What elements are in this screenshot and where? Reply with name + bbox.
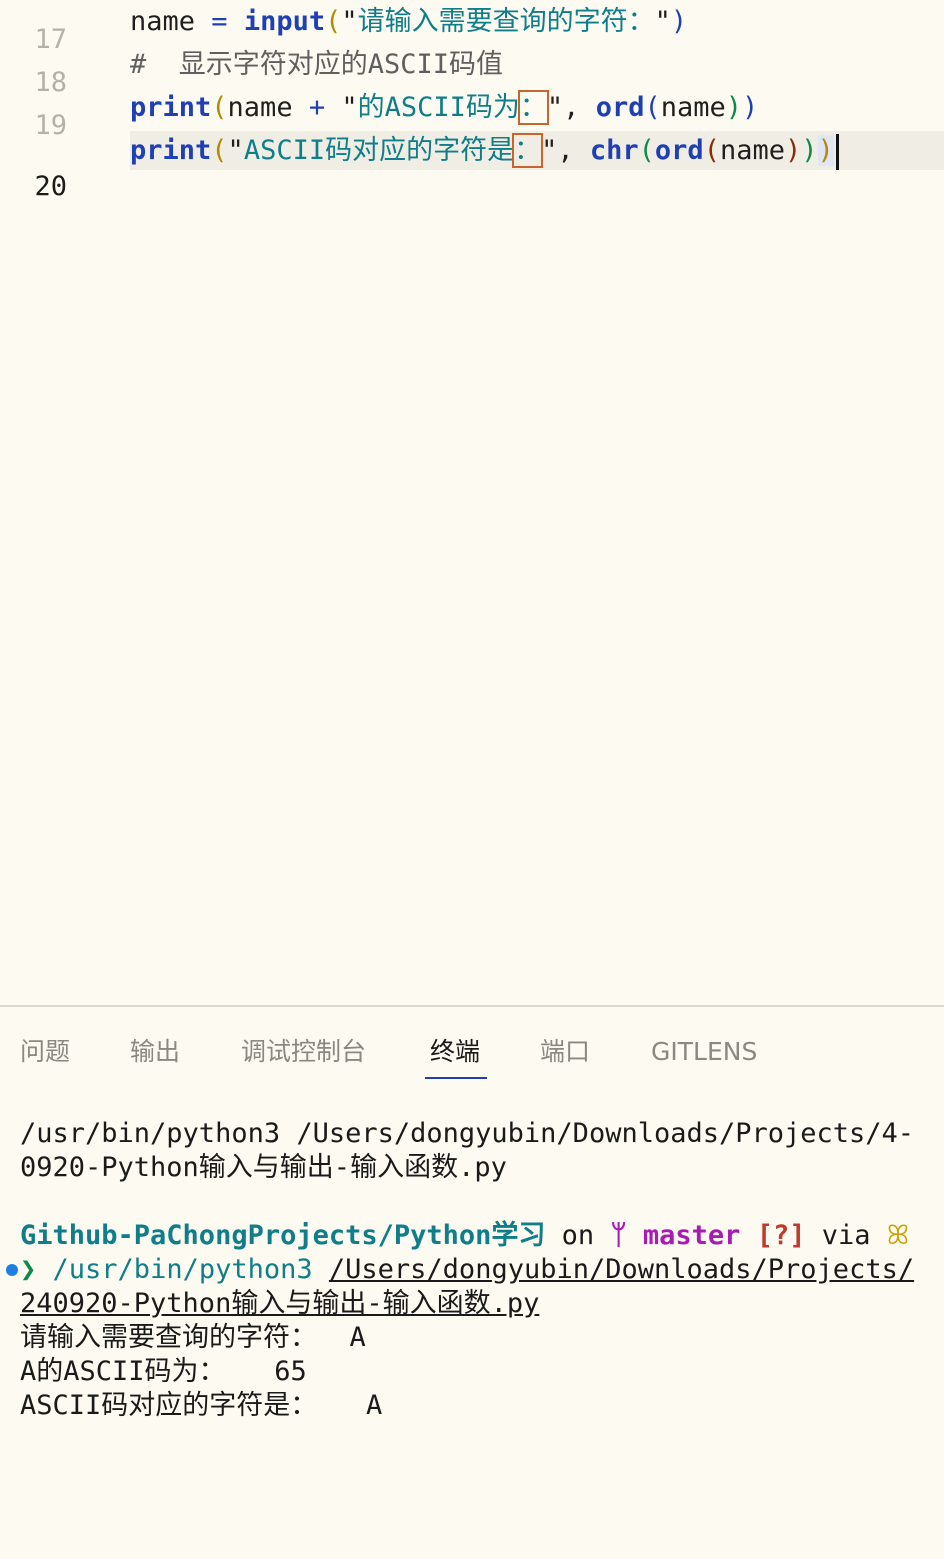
builtin-function: ord [595, 92, 645, 123]
quote: " [227, 135, 244, 166]
highlighted-colon: ： [517, 90, 549, 125]
string-literal: 的ASCII码为 [357, 92, 520, 123]
command-line: ❯ /usr/bin/python3 /Users/dongyubin/Down… [6, 1253, 914, 1287]
builtin-function: ord [654, 135, 704, 166]
git-branch-icon: ᛘ [610, 1220, 627, 1251]
identifier: name [227, 92, 293, 123]
active-tab-indicator [425, 1077, 487, 1079]
identifier: name [660, 92, 726, 123]
terminal-line: /usr/bin/python3 /Users/dongyubin/Downlo… [20, 1118, 915, 1149]
builtin-function: input [243, 6, 326, 37]
terminal-output-line: 请输入需要查询的字符： A [20, 1322, 366, 1353]
paren: ) [670, 6, 688, 37]
terminal-line: 0920-Python输入与输出-输入函数.py [20, 1152, 507, 1183]
builtin-function: print [130, 135, 212, 166]
paren: ) [817, 135, 834, 166]
quote: " [546, 92, 564, 123]
identifier: name [130, 6, 196, 37]
code-text: print("ASCII码对应的字符是：", chr(ord(name))) [130, 129, 839, 172]
script-path-link[interactable]: /Users/dongyubin/Downloads/Projects/ [329, 1254, 914, 1285]
prompt-text: via [805, 1220, 887, 1251]
code-editor[interactable]: 17 name = input("请输入需要查询的字符：") 18 # 显示字符… [0, 0, 944, 1005]
command-status-dot[interactable] [6, 1264, 18, 1276]
terminal-output-line: ASCII码对应的字符是： A [20, 1390, 383, 1421]
paren: ( [703, 135, 720, 166]
paren: ( [644, 92, 661, 123]
python-path: /usr/bin/python3 [52, 1254, 313, 1285]
repo-path: Github-PaChongProjects/Python学习 [20, 1220, 546, 1251]
prompt-symbol: ❯ [20, 1254, 37, 1285]
comma: , [557, 135, 590, 166]
tab-ports[interactable]: 端口 [540, 1035, 590, 1069]
tab-output[interactable]: 输出 [130, 1035, 180, 1069]
quote: " [541, 135, 558, 166]
string-literal: ASCII码对应的字符是 [243, 135, 515, 166]
terminal-output[interactable]: /usr/bin/python3 /Users/dongyubin/Downlo… [6, 1117, 944, 1559]
builtin-function: chr [589, 135, 639, 166]
paren: ( [638, 135, 655, 166]
tab-terminal[interactable]: 终端 [430, 1035, 480, 1069]
quote: " [341, 6, 358, 37]
paren: ( [211, 135, 228, 166]
string-literal: 请输入需要查询的字符： [357, 6, 655, 37]
script-path-link[interactable]: 240920-Python输入与输出-输入函数.py [20, 1287, 539, 1321]
paren: ( [325, 6, 342, 37]
git-branch: master [642, 1220, 741, 1251]
line-number: 20 [34, 171, 67, 202]
quote: " [341, 92, 358, 123]
git-status: [?] [756, 1220, 806, 1251]
tab-gitlens[interactable]: GITLENS [651, 1035, 757, 1069]
code-line-17[interactable]: 17 name = input("请输入需要查询的字符：") [0, 0, 944, 55]
comment: # 显示字符对应的ASCII码值 [130, 49, 504, 80]
bottom-panel: 问题 输出 调试控制台 终端 端口 GITLENS /usr/bin/pytho… [0, 1005, 944, 1456]
identifier: name [719, 135, 785, 166]
tab-debug-console[interactable]: 调试控制台 [241, 1035, 366, 1069]
operator: + [292, 92, 342, 123]
paren: ) [725, 92, 743, 123]
python-icon: ꕤ [886, 1220, 910, 1251]
paren: ) [801, 135, 818, 166]
paren: ) [785, 135, 802, 166]
panel-tabs: 问题 输出 调试控制台 终端 端口 GITLENS [0, 1025, 944, 1095]
tab-problems[interactable]: 问题 [20, 1035, 70, 1069]
quote: " [654, 6, 671, 37]
prompt-text: on [545, 1220, 611, 1251]
code-line-18[interactable]: 18 # 显示字符对应的ASCII码值 [0, 43, 944, 98]
text-cursor [835, 133, 839, 170]
operator: = [195, 6, 244, 37]
code-text: name = input("请输入需要查询的字符：") [130, 0, 687, 43]
code-line-19[interactable]: 19 print(name + "的ASCII码为：", ord(name)) [0, 86, 944, 141]
code-line-20[interactable]: 20 print("ASCII码对应的字符是：", chr(ord(name))… [0, 129, 944, 202]
builtin-function: print [130, 92, 212, 123]
comma: , [563, 92, 596, 123]
terminal-output-line: A的ASCII码为： 65 [20, 1356, 307, 1387]
code-text: print(name + "的ASCII码为：", ord(name)) [130, 86, 758, 129]
prompt-info-line: Github-PaChongProjects/Python学习 on ᛘ mas… [20, 1219, 909, 1253]
highlighted-colon: ： [512, 133, 544, 168]
paren: ( [211, 92, 228, 123]
paren: ) [742, 92, 759, 123]
